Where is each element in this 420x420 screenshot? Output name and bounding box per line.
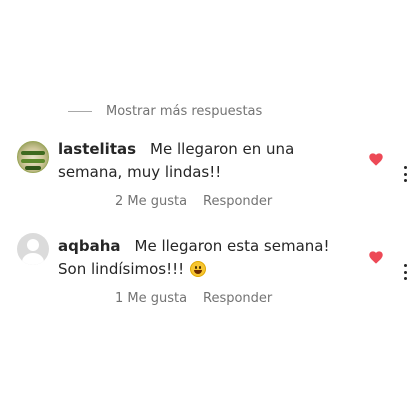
comment-actions: 2 Me gusta Responder — [115, 194, 272, 209]
comment-username[interactable]: lastelitas — [58, 140, 136, 158]
show-more-replies-button[interactable]: Mostrar más respuestas — [68, 104, 262, 119]
heart-icon[interactable] — [369, 251, 383, 264]
likes-count-button[interactable]: 2 Me gusta — [115, 194, 203, 209]
reply-button[interactable]: Responder — [203, 291, 272, 306]
avatar[interactable] — [17, 233, 49, 265]
comment-body: aqbaha Me llegaron esta semana! Son lindí… — [58, 235, 358, 281]
more-options-icon[interactable] — [400, 264, 410, 280]
comment-body: lastelitas Me llegaron en una semana, muy… — [58, 138, 358, 184]
more-options-icon[interactable] — [400, 166, 410, 182]
comment-actions: 1 Me gusta Responder — [115, 291, 272, 306]
comments-thread: Mostrar más respuestas lastelitas Me lleg… — [0, 0, 420, 420]
reply-button[interactable]: Responder — [203, 194, 272, 209]
comment-username[interactable]: aqbaha — [58, 237, 121, 255]
show-more-replies-label: Mostrar más respuestas — [106, 104, 263, 119]
heart-icon[interactable] — [369, 153, 383, 166]
divider-line — [68, 111, 92, 112]
likes-count-button[interactable]: 1 Me gusta — [115, 291, 203, 306]
grinning-face-emoji-icon — [190, 261, 207, 277]
avatar[interactable] — [17, 141, 49, 173]
